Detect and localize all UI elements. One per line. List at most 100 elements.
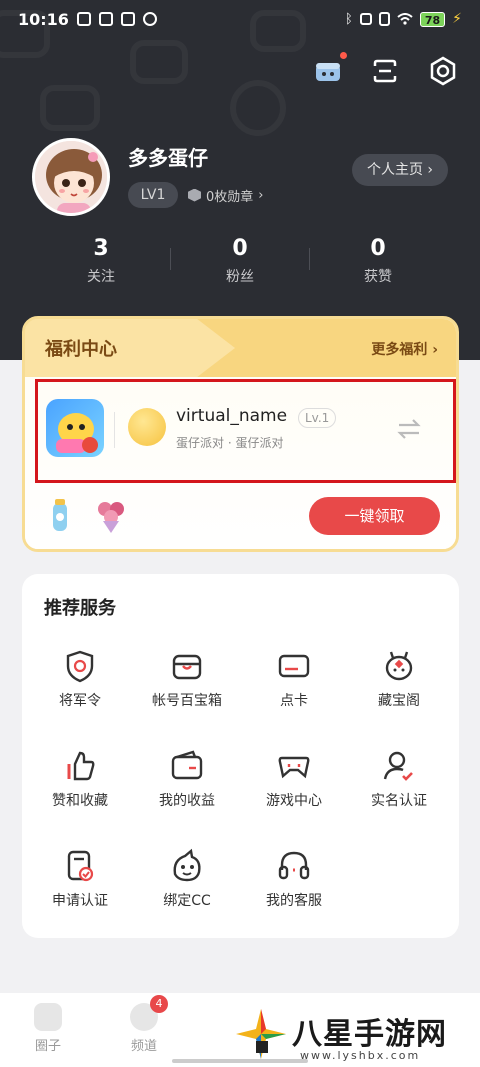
service-point-card[interactable]: 点卡 (242, 648, 346, 710)
divider (309, 248, 310, 270)
service-label: 实名认证 (371, 793, 427, 809)
tab-channel[interactable]: 4 频道 (114, 995, 174, 1054)
service-my-earnings[interactable]: 我的收益 (135, 748, 239, 810)
bottle-gift-icon (53, 499, 67, 531)
stat-fans[interactable]: 0 粉丝 (190, 236, 290, 286)
service-label: 将军令 (59, 693, 101, 709)
flower-bouquet-icon (98, 502, 124, 533)
bg-pattern (130, 40, 188, 84)
badge-count-text: 0枚勋章 (206, 189, 254, 205)
gamepad-icon (278, 756, 310, 779)
service-bind-cc[interactable]: 绑定CC (135, 848, 239, 910)
sim-icon (378, 12, 390, 26)
stat-value: 0 (232, 236, 248, 261)
service-jiangjunling[interactable]: 将军令 (28, 648, 132, 710)
welfare-center-card: 福利中心 更多福利 › virtual_name Lv.1 蛋仔派对 · 蛋仔派… (22, 316, 459, 552)
bg-pattern (40, 85, 100, 131)
tab-label: 圈子 (34, 1039, 61, 1054)
chevron-right-icon: › (258, 187, 264, 203)
service-game-center[interactable]: 游戏中心 (242, 748, 346, 810)
app-notification-icon (98, 12, 113, 26)
battery-level: 78 (419, 11, 446, 27)
recommended-services-card: 推荐服务 将军令 帐号百宝箱 点卡 藏宝阁 赞和收藏 我的收益 游戏中心 实名认… (22, 574, 459, 938)
welfare-header: 福利中心 更多福利 › (25, 319, 456, 377)
service-apply-verify[interactable]: 申请认证 (28, 848, 132, 910)
avatar[interactable] (32, 138, 110, 216)
personal-home-label: 个人主页 (366, 162, 423, 178)
game-app-icon (46, 399, 104, 457)
status-bar: 10:16 ᛒ 78 ⚡ (18, 6, 462, 32)
cloud-icon (142, 12, 157, 26)
user-verify-icon (383, 751, 413, 781)
tab-circle[interactable]: 圈子 (18, 1003, 78, 1054)
account-selector[interactable]: virtual_name Lv.1 蛋仔派对 · 蛋仔派对 (35, 379, 456, 483)
wallet-icon (171, 750, 203, 780)
stat-label: 关注 (87, 269, 115, 285)
notification-dot (340, 52, 347, 59)
home-indicator[interactable] (172, 1059, 308, 1063)
stat-value: 3 (93, 236, 109, 261)
swap-icon[interactable] (396, 418, 422, 440)
watermark-logo-icon (236, 1009, 286, 1059)
card-icon (278, 654, 310, 678)
treasure-box-icon (172, 654, 202, 680)
circle-tab-icon (34, 1003, 62, 1031)
personal-home-button[interactable]: 个人主页 › (352, 154, 448, 186)
badge-count[interactable]: 0枚勋章 › (188, 182, 263, 208)
treasure-pavilion-icon (385, 651, 413, 681)
stat-value: 0 (370, 236, 386, 261)
level-badge: LV1 (128, 182, 178, 208)
charging-icon: ⚡ (452, 11, 462, 27)
service-label: 我的收益 (159, 793, 215, 809)
service-label: 藏宝阁 (378, 693, 420, 709)
stat-label: 获赞 (364, 269, 392, 285)
medal-icon (188, 188, 201, 202)
apply-verify-icon (67, 850, 94, 882)
account-avatar-icon (128, 408, 166, 446)
more-welfare-label: 更多福利 (371, 342, 428, 358)
headset-icon (278, 851, 310, 880)
more-welfare-link[interactable]: 更多福利 › (371, 339, 438, 359)
service-label: 游戏中心 (266, 793, 322, 809)
scan-button[interactable] (369, 55, 401, 87)
services-title: 推荐服务 (44, 598, 116, 619)
watermark-title: 八星手游网 (292, 1017, 447, 1052)
service-label: 点卡 (280, 693, 308, 709)
status-time: 10:16 (18, 9, 69, 29)
stat-label: 粉丝 (226, 269, 254, 285)
mute-icon (359, 13, 372, 25)
service-account-toolbox[interactable]: 帐号百宝箱 (135, 648, 239, 710)
notification-badge: 4 (150, 995, 168, 1013)
site-watermark: 八星手游网 www.lyshbx.com (230, 1003, 480, 1067)
username: 多多蛋仔 (128, 146, 208, 170)
settings-button[interactable] (427, 55, 459, 87)
thumbs-up-icon (67, 751, 95, 781)
avatar-image (35, 141, 107, 213)
service-customer-support[interactable]: 我的客服 (242, 848, 346, 910)
service-real-name-verify[interactable]: 实名认证 (347, 748, 451, 810)
profile-header: 10:16 ᛒ 78 ⚡ 多多蛋仔 LV1 0枚勋章 › 个人主页 › 3 关注… (0, 0, 480, 360)
shield-token-icon (66, 650, 94, 683)
watermark-url: www.lyshbx.com (300, 1049, 421, 1062)
claim-all-button[interactable]: 一键领取 (309, 497, 440, 535)
stat-following[interactable]: 3 关注 (51, 236, 151, 286)
app-notification-icon (76, 12, 91, 26)
divider (114, 412, 115, 448)
service-label: 我的客服 (266, 893, 322, 909)
account-name: virtual_name (176, 406, 288, 426)
gift-box-button[interactable] (312, 52, 347, 87)
wifi-icon (397, 13, 413, 25)
mail-icon (120, 12, 135, 26)
divider (170, 248, 171, 270)
account-level: Lv.1 (298, 408, 337, 428)
scan-icon (373, 59, 397, 83)
stat-likes[interactable]: 0 获赞 (328, 236, 428, 286)
bg-pattern (230, 80, 286, 136)
service-label: 帐号百宝箱 (152, 693, 222, 709)
service-likes-favorites[interactable]: 赞和收藏 (28, 748, 132, 810)
service-treasure-pavilion[interactable]: 藏宝阁 (347, 648, 451, 710)
tab-label: 频道 (130, 1039, 157, 1054)
bluetooth-icon: ᛒ (345, 11, 353, 27)
service-label: 赞和收藏 (52, 793, 108, 809)
gear-icon (430, 56, 456, 86)
